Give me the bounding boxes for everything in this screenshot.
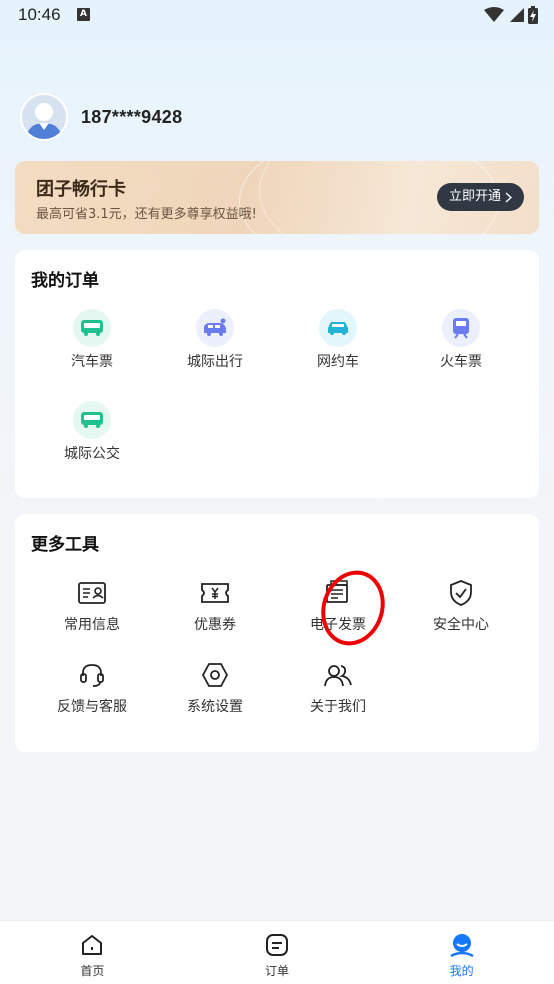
status-indicators (484, 6, 538, 24)
chevron-right-icon (505, 191, 512, 203)
profile-icon (450, 934, 474, 958)
order-ride-hailing[interactable]: 网约车 (278, 309, 398, 371)
tool-common-info[interactable]: 常用信息 (32, 576, 152, 634)
shield-icon (444, 576, 478, 610)
tool-system-settings[interactable]: 系统设置 (155, 658, 275, 716)
more-tools-title: 更多工具 (31, 535, 99, 555)
coupon-icon (198, 576, 232, 610)
car-icon (319, 309, 357, 347)
signal-icon (510, 8, 524, 22)
wifi-icon (484, 7, 504, 22)
tool-security-center[interactable]: 安全中心 (401, 576, 521, 634)
people-icon (321, 658, 355, 692)
tool-feedback-support[interactable]: 反馈与客服 (32, 658, 152, 716)
intercity-van-icon (196, 309, 234, 347)
headset-icon (75, 658, 109, 692)
tool-coupons[interactable]: 优惠券 (155, 576, 275, 634)
avatar[interactable] (20, 93, 68, 141)
battery-icon (528, 6, 538, 24)
my-orders-panel: 我的订单 汽车票 城际出行 网约车 火车票 城际公交 (15, 250, 539, 498)
order-bus-ticket[interactable]: 汽车票 (32, 309, 152, 371)
notification-icon: A (77, 8, 90, 21)
tab-mine[interactable]: 我的 (369, 921, 554, 984)
tool-e-invoice[interactable]: 电子发票 (278, 576, 398, 634)
home-icon (82, 935, 103, 955)
status-bar: 10:46 A (0, 0, 554, 32)
user-phone: 187****9428 (81, 106, 183, 127)
membership-title: 团子畅行卡 (36, 179, 126, 200)
order-train-ticket[interactable]: 火车票 (401, 309, 521, 371)
status-time: 10:46 (18, 5, 61, 24)
orders-icon (266, 934, 288, 956)
more-tools-panel: 更多工具 常用信息 优惠券 电子发票 安全中心 反馈与客服 系统设置 关于我们 (15, 514, 539, 752)
bus-icon (73, 401, 111, 439)
tab-home[interactable]: 首页 (0, 921, 185, 984)
invoice-icon (321, 576, 355, 610)
activate-now-button[interactable]: 立即开通 (436, 183, 524, 211)
id-card-icon (75, 576, 109, 610)
order-intercity-bus[interactable]: 城际公交 (32, 401, 152, 463)
membership-subtitle: 最高可省3.1元，还有更多尊享权益哦! (36, 207, 257, 222)
settings-icon (198, 658, 232, 692)
profile-header[interactable]: 187****9428 (20, 93, 182, 141)
train-icon (442, 309, 480, 347)
bus-icon (73, 309, 111, 347)
membership-card-banner[interactable]: 团子畅行卡 最高可省3.1元，还有更多尊享权益哦! 立即开通 (15, 161, 539, 234)
tool-about-us[interactable]: 关于我们 (278, 658, 398, 716)
my-orders-title: 我的订单 (31, 271, 99, 291)
tab-orders[interactable]: 订单 (185, 921, 370, 984)
order-intercity-travel[interactable]: 城际出行 (155, 309, 275, 371)
bottom-tab-bar: 首页 订单 我的 (0, 920, 554, 984)
